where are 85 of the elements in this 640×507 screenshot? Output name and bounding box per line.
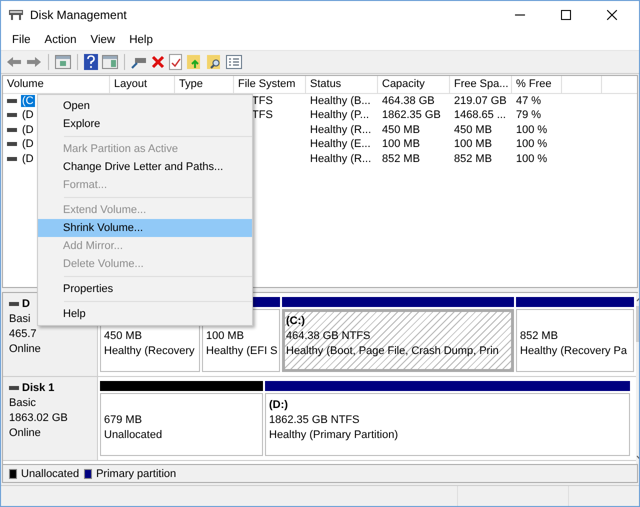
disk-status: Online	[9, 426, 41, 440]
table-cell: 100 MB	[382, 138, 420, 150]
context-menu-item[interactable]: Shrink Volume...	[38, 219, 252, 237]
table-cell: 464.38 GB	[382, 94, 435, 107]
column-header[interactable]: Capacity	[378, 76, 450, 93]
partition-size: 464.38 GB NTFS	[286, 329, 372, 344]
disk-name: Disk 1	[22, 381, 54, 396]
help-icon[interactable]	[84, 54, 98, 70]
table-cell[interactable]: (D	[21, 152, 35, 165]
table-cell: 1862.35 GB	[382, 109, 441, 122]
table-cell: 79 %	[516, 109, 542, 122]
table-cell: TFS	[252, 94, 273, 107]
disk-size: 465.7	[9, 327, 37, 342]
table-cell: Healthy (P...	[310, 109, 370, 122]
column-header[interactable]: Free Spa...	[450, 76, 512, 93]
list-view-icon[interactable]	[226, 54, 242, 69]
maximize-icon[interactable]	[561, 10, 571, 20]
close-icon[interactable]	[607, 10, 617, 20]
partition-status: Healthy (Boot, Page File, Crash Dump, Prin	[286, 344, 500, 360]
context-menu-item[interactable]: Change Drive Letter and Paths...	[38, 158, 252, 176]
disk-name: D	[22, 297, 30, 312]
table-cell[interactable]: (C	[21, 94, 35, 107]
table-cell: 100 MB	[454, 138, 492, 150]
table-cell[interactable]: (D	[21, 109, 35, 122]
partition-label: (D:)	[269, 398, 289, 414]
legend-label: Unallocated	[21, 468, 80, 480]
column-header[interactable]: Layout	[110, 76, 175, 93]
table-cell: Healthy (B...	[310, 94, 371, 107]
partition-size: 100 MB	[206, 329, 245, 344]
partition-status: Healthy (Primary Partition)	[269, 428, 399, 444]
partition-status: Unallocated	[104, 428, 164, 444]
table-cell: 47 %	[516, 94, 542, 107]
column-header[interactable]: Status	[306, 76, 378, 93]
context-menu-item[interactable]: Open	[38, 97, 252, 115]
partition-size: 450 MB	[104, 329, 143, 344]
table-cell: 1468.65 ...	[454, 109, 506, 122]
context-menu-item[interactable]: Explore	[38, 115, 252, 133]
context-menu-item[interactable]: Properties	[38, 280, 252, 298]
menu-item[interactable]: File	[5, 34, 38, 46]
menu-item[interactable]: Action	[38, 34, 84, 46]
partition-size: 1862.35 GB NTFS	[269, 413, 360, 428]
forward-arrow-icon[interactable]	[26, 56, 42, 68]
action-pane-icon[interactable]	[102, 54, 118, 69]
partition-status: Healthy (EFI S	[206, 344, 276, 360]
table-cell[interactable]: (D	[21, 138, 35, 150]
table-cell[interactable]: (D	[21, 124, 35, 136]
console-tree-icon[interactable]	[55, 54, 71, 69]
partition-block[interactable]: (D:) 1862.35 GB NTFS Healthy (Primary Partition)	[265, 393, 630, 456]
disk-type: Basi	[9, 312, 30, 326]
column-header[interactable]: % Free	[512, 76, 562, 93]
partition-block[interactable]: (C:) 464.38 GB NTFS Healthy (Boot, Page File, Crash Dump, Prin	[282, 309, 514, 372]
menu-item[interactable]: Help	[122, 34, 160, 46]
partition-block[interactable]: 679 MB Unallocated	[100, 393, 263, 456]
table-cell: Healthy (R...	[310, 152, 372, 165]
table-cell: 852 MB	[454, 152, 492, 165]
table-cell: Healthy (E...	[310, 138, 371, 150]
delete-icon[interactable]	[151, 54, 165, 69]
table-cell: 219.07 GB	[454, 94, 507, 107]
table-cell: 100 %	[516, 152, 548, 165]
menu-item[interactable]: View	[84, 34, 122, 46]
table-cell: 450 MB	[382, 124, 420, 136]
disk-management-icon	[8, 8, 24, 22]
table-cell: 450 MB	[454, 124, 492, 136]
partition-size: 852 MB	[520, 329, 559, 344]
table-cell: 852 MB	[382, 152, 420, 165]
disk-type: Basic	[9, 396, 36, 410]
column-header[interactable]: File System	[234, 76, 306, 93]
partition-status: Healthy (Recovery	[104, 344, 196, 360]
legend-label: Primary partition	[96, 468, 176, 480]
table-cell: 100 %	[516, 124, 548, 136]
partition-label: (C:)	[286, 314, 306, 330]
window-title: Disk Management	[30, 8, 127, 22]
partition-block[interactable]: 852 MB Healthy (Recovery Pa	[516, 309, 634, 372]
table-cell: Healthy (R...	[310, 124, 372, 136]
folder-search-icon[interactable]	[206, 54, 222, 70]
column-header[interactable]: Type	[175, 76, 234, 93]
partition-status: Healthy (Recovery Pa	[520, 344, 628, 360]
back-arrow-icon[interactable]	[6, 56, 22, 68]
partition-size: 679 MB	[104, 413, 143, 428]
checklist-icon[interactable]	[169, 54, 182, 70]
column-header[interactable]: Volume	[3, 76, 110, 93]
disk-status: Online	[9, 342, 41, 356]
disk-size: 1863.02 GB	[9, 411, 68, 426]
table-cell: TFS	[252, 109, 273, 122]
table-cell: 100 %	[516, 138, 548, 150]
